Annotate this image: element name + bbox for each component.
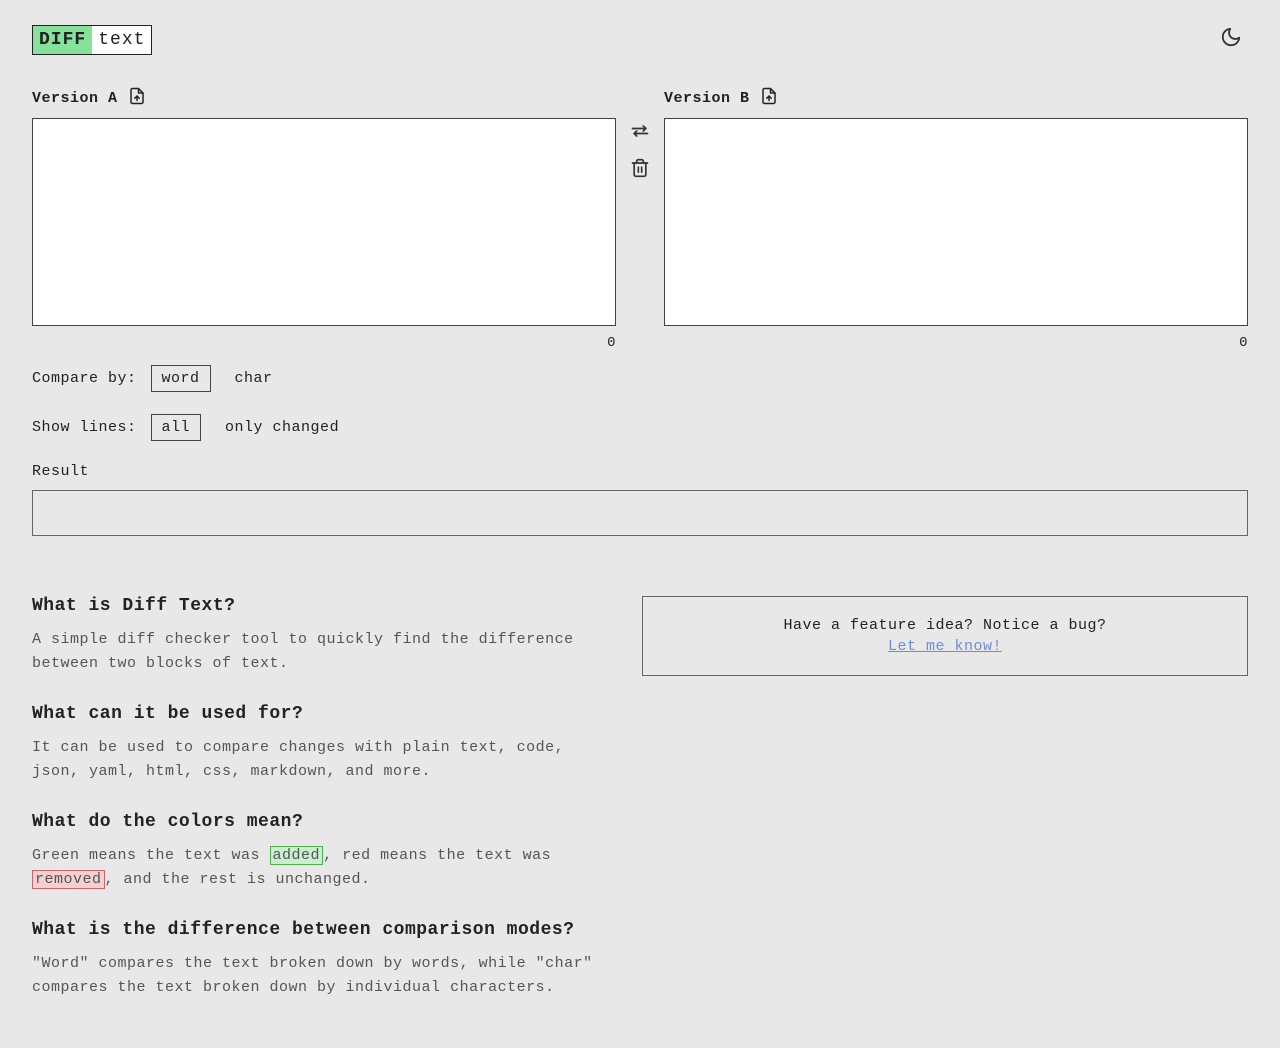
version-b-label: Version B — [664, 90, 750, 107]
info-a3: Green means the text was added, red mean… — [32, 844, 612, 892]
feedback-text: Have a feature idea? Notice a bug? — [663, 617, 1227, 634]
version-a-label-row: Version A — [32, 87, 616, 110]
show-only-changed-option[interactable]: only changed — [215, 415, 349, 440]
compare-char-option[interactable]: char — [225, 366, 283, 391]
header: DIFF text — [32, 20, 1248, 59]
info-a3-mid: , red means the text was — [323, 847, 551, 864]
info-right: Have a feature idea? Notice a bug? Let m… — [642, 596, 1248, 1028]
version-a-column: Version A 0 — [32, 87, 616, 351]
version-a-input[interactable] — [32, 118, 616, 326]
info-q1: What is Diff Text? — [32, 596, 612, 616]
controls: Compare by: word char Show lines: all on… — [32, 365, 1248, 441]
compare-by-label: Compare by: — [32, 370, 137, 387]
info-a2: It can be used to compare changes with p… — [32, 736, 612, 784]
removed-highlight: removed — [32, 870, 105, 889]
theme-toggle-button[interactable] — [1214, 20, 1248, 59]
result-label: Result — [32, 463, 1248, 480]
upload-file-icon — [128, 87, 146, 105]
added-highlight: added — [270, 846, 324, 865]
info-q2: What can it be used for? — [32, 704, 612, 724]
compare-word-option[interactable]: word — [151, 365, 211, 392]
info-section: What is Diff Text? A simple diff checker… — [32, 596, 1248, 1028]
upload-a-button[interactable] — [128, 87, 146, 110]
logo[interactable]: DIFF text — [32, 25, 152, 55]
logo-diff: DIFF — [33, 26, 92, 54]
version-b-label-row: Version B — [664, 87, 1248, 110]
show-all-option[interactable]: all — [151, 414, 202, 441]
middle-controls — [628, 87, 652, 351]
result-box — [32, 490, 1248, 536]
show-lines-label: Show lines: — [32, 419, 137, 436]
clear-button[interactable] — [630, 158, 650, 183]
version-b-input[interactable] — [664, 118, 1248, 326]
feedback-box: Have a feature idea? Notice a bug? Let m… — [642, 596, 1248, 676]
upload-b-button[interactable] — [760, 87, 778, 110]
info-left: What is Diff Text? A simple diff checker… — [32, 596, 612, 1028]
info-a1: A simple diff checker tool to quickly fi… — [32, 628, 612, 676]
result-section: Result — [32, 463, 1248, 536]
version-b-count: 0 — [664, 335, 1248, 351]
compare-by-row: Compare by: word char — [32, 365, 1248, 392]
version-b-column: Version B 0 — [664, 87, 1248, 351]
version-a-label: Version A — [32, 90, 118, 107]
moon-icon — [1220, 26, 1242, 48]
upload-file-icon — [760, 87, 778, 105]
info-q3: What do the colors mean? — [32, 812, 612, 832]
versions-row: Version A 0 Version B — [32, 87, 1248, 351]
swap-button[interactable] — [630, 121, 650, 146]
info-a3-post: , and the rest is unchanged. — [105, 871, 371, 888]
feedback-link[interactable]: Let me know! — [888, 638, 1002, 655]
info-q4: What is the difference between compariso… — [32, 920, 612, 940]
show-lines-row: Show lines: all only changed — [32, 414, 1248, 441]
swap-icon — [630, 121, 650, 141]
trash-icon — [630, 158, 650, 178]
version-a-count: 0 — [32, 335, 616, 351]
info-a3-pre: Green means the text was — [32, 847, 270, 864]
logo-text: text — [92, 26, 151, 54]
info-a4: "Word" compares the text broken down by … — [32, 952, 612, 1000]
